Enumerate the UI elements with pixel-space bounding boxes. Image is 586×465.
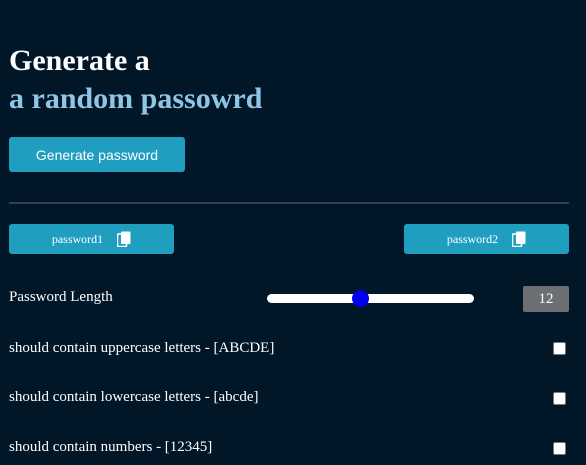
- copy-icon: [117, 231, 131, 247]
- password1-text: password1: [51, 231, 104, 246]
- password2-text: password2: [446, 231, 499, 246]
- numbers-checkbox[interactable]: [553, 442, 566, 455]
- uppercase-option-label: should contain uppercase letters - [ABCD…: [9, 340, 275, 356]
- uppercase-checkbox[interactable]: [553, 342, 566, 355]
- password-length-slider[interactable]: [267, 290, 474, 307]
- page-subtitle: a random passowrd: [9, 82, 263, 115]
- password1-copy-button[interactable]: password1: [9, 224, 174, 254]
- password-generator-page: Generate a a random passowrd Generate pa…: [0, 0, 586, 465]
- password-length-value[interactable]: 12: [523, 286, 569, 312]
- page-title: Generate a: [9, 44, 150, 77]
- copy-icon: [512, 231, 526, 247]
- numbers-option-label: should contain numbers - [12345]: [9, 439, 213, 455]
- lowercase-option-label: should contain lowercase letters - [abcd…: [9, 389, 259, 405]
- slider-thumb[interactable]: [352, 290, 370, 307]
- generate-password-button[interactable]: Generate password: [9, 137, 185, 172]
- divider: [9, 202, 569, 204]
- lowercase-checkbox[interactable]: [553, 392, 566, 405]
- password-length-label: Password Length: [9, 289, 113, 305]
- password2-copy-button[interactable]: password2: [404, 224, 569, 254]
